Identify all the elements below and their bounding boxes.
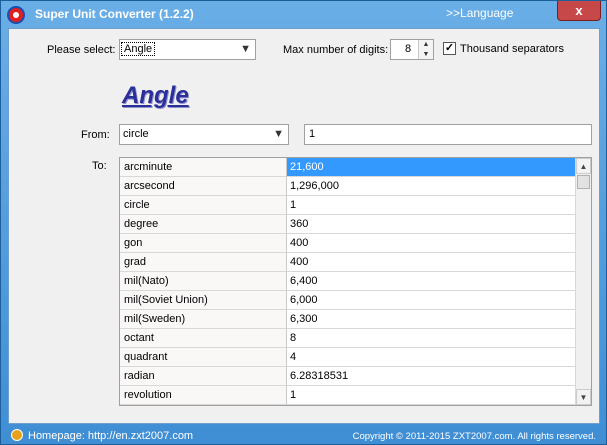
scroll-down-icon[interactable]: ▼ [576,389,591,405]
thousand-separators-label: Thousand separators [460,43,564,55]
unit-cell: mil(Soviet Union) [120,291,287,310]
close-icon: x [575,3,583,18]
table-row[interactable]: mil(Sweden) 6,300 [120,310,576,329]
value-cell[interactable]: 1,296,000 [287,177,576,196]
value-cell[interactable]: 1 [287,196,576,215]
chevron-down-icon[interactable]: ▼ [419,50,433,60]
unit-cell: radian [120,367,287,386]
table-row[interactable]: quadrant 4 [120,348,576,367]
scrollbar-thumb[interactable] [577,175,590,189]
max-digits-stepper[interactable]: 8 ▲ ▼ [390,39,434,60]
vertical-scrollbar[interactable]: ▲ ▼ [575,158,591,405]
copyright-text: Copyright © 2011-2015 ZXT2007.com. All r… [352,431,596,442]
unit-cell: octant [120,329,287,348]
value-cell[interactable]: 400 [287,253,576,272]
max-digits-label: Max number of digits: [283,44,389,56]
from-value-input[interactable]: 1 [304,124,592,145]
app-logo-icon [7,6,25,24]
unit-cell: degree [120,215,287,234]
table-row[interactable]: octant 8 [120,329,576,348]
thousand-separators-checkbox[interactable]: ✓ [443,42,456,55]
from-value-text: 1 [309,128,316,140]
chevron-up-icon[interactable]: ▲ [419,40,433,50]
conversion-results-table[interactable]: arcminute 21,600 arcsecond 1,296,000 circle 1… [119,157,592,406]
status-bar: Homepage: http://en.zxt2007.com Copyrigh… [1,425,606,445]
category-select[interactable]: Angle ▼ [119,39,256,60]
unit-cell: mil(Nato) [120,272,287,291]
scroll-up-icon[interactable]: ▲ [576,158,591,174]
value-cell[interactable]: 400 [287,234,576,253]
unit-cell: mil(Sweden) [120,310,287,329]
table-row[interactable]: revolution 1 [120,386,576,405]
chevron-down-icon: ▼ [240,43,251,55]
unit-cell: grad [120,253,287,272]
unit-cell: arcminute [120,158,287,177]
value-cell[interactable]: 360 [287,215,576,234]
title-bar: Super Unit Converter (1.2.2) >>Language … [1,1,606,28]
value-cell[interactable]: 6,300 [287,310,576,329]
value-cell[interactable]: 1 [287,386,576,405]
homepage-link[interactable]: Homepage: http://en.zxt2007.com [28,430,193,442]
value-cell[interactable]: 6,000 [287,291,576,310]
table-row[interactable]: degree 360 [120,215,576,234]
category-value: Angle [121,42,156,56]
table-row[interactable]: radian 6.28318531 [120,367,576,386]
value-cell[interactable]: 4 [287,348,576,367]
main-panel: Please select: Angle ▼ Max number of dig… [8,28,600,424]
to-label: To: [92,160,107,172]
from-unit-value: circle [123,128,149,140]
from-unit-select[interactable]: circle ▼ [119,124,289,145]
value-cell[interactable]: 21,600 [287,158,576,177]
app-window: Super Unit Converter (1.2.2) >>Language … [0,0,607,445]
chevron-down-icon: ▼ [273,128,284,140]
category-label: Please select: [47,44,116,56]
category-heading: Angle [122,82,189,109]
globe-icon [11,429,23,441]
window-title: Super Unit Converter (1.2.2) [35,7,194,21]
max-digits-value: 8 [405,43,412,55]
language-menu[interactable]: >>Language [446,6,513,20]
value-cell[interactable]: 8 [287,329,576,348]
stepper-buttons[interactable]: ▲ ▼ [418,40,433,59]
value-cell[interactable]: 6,400 [287,272,576,291]
table-row[interactable]: arcsecond 1,296,000 [120,177,576,196]
table-row[interactable]: mil(Nato) 6,400 [120,272,576,291]
table-row[interactable]: gon 400 [120,234,576,253]
unit-cell: revolution [120,386,287,405]
table-row[interactable]: circle 1 [120,196,576,215]
table-row[interactable]: grad 400 [120,253,576,272]
value-cell[interactable]: 6.28318531 [287,367,576,386]
unit-cell: circle [120,196,287,215]
unit-cell: arcsecond [120,177,287,196]
close-button[interactable]: x [557,1,601,21]
table-row[interactable]: arcminute 21,600 [120,158,576,177]
table-row[interactable]: mil(Soviet Union) 6,000 [120,291,576,310]
unit-cell: quadrant [120,348,287,367]
unit-cell: gon [120,234,287,253]
from-label: From: [81,129,110,141]
